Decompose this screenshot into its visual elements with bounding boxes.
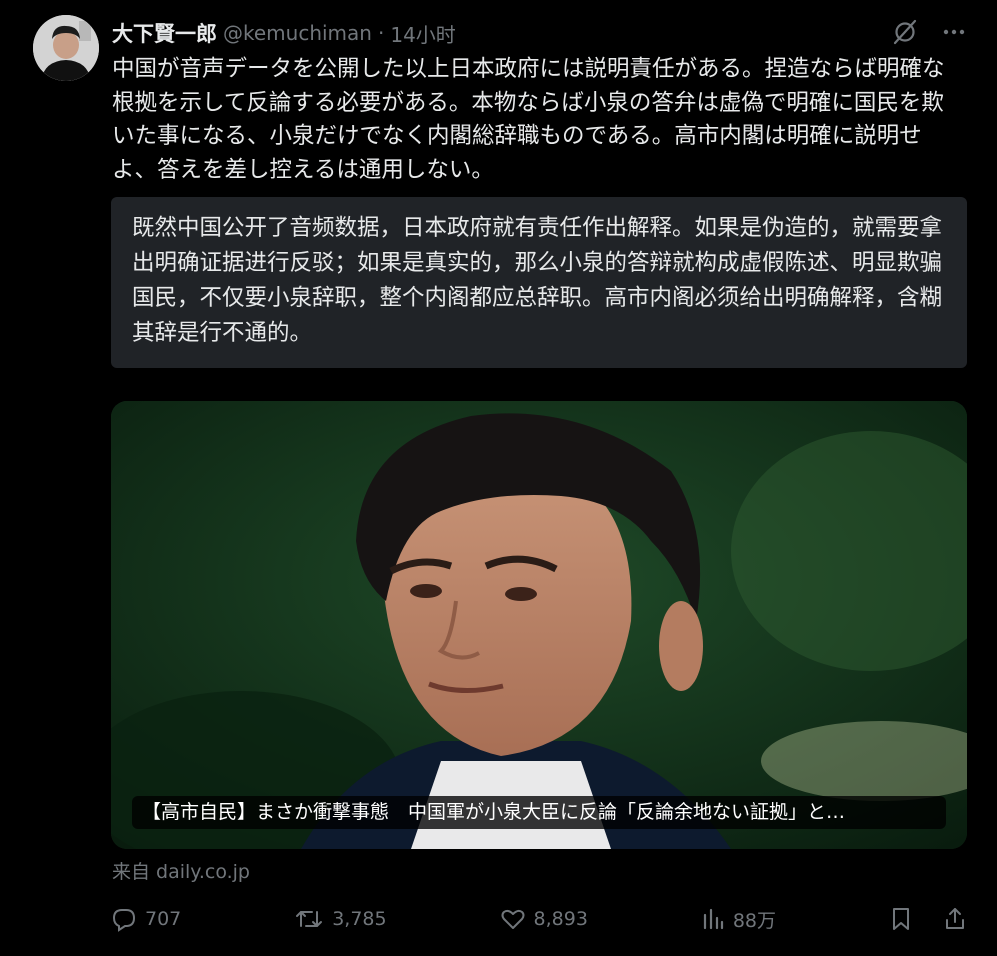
like-button[interactable]: 8,893 bbox=[500, 906, 588, 932]
retweet-count: 3,785 bbox=[332, 908, 387, 930]
like-icon bbox=[500, 906, 526, 932]
bookmark-icon[interactable] bbox=[889, 906, 913, 932]
card-source[interactable]: 来自 daily.co.jp bbox=[112, 857, 250, 884]
bookmark-share-group bbox=[889, 906, 967, 932]
author-name[interactable]: 大下賢一郎 bbox=[112, 18, 217, 48]
translation-box: 既然中国公开了音频数据，日本政府就有责任作出解释。如果是伪造的，就需要拿出明确证… bbox=[111, 197, 967, 368]
avatar[interactable] bbox=[33, 15, 99, 81]
views-count: 88万 bbox=[732, 909, 777, 932]
like-count: 8,893 bbox=[533, 908, 588, 930]
separator-dot: · bbox=[377, 21, 385, 45]
reply-icon bbox=[111, 906, 137, 932]
views-icon bbox=[701, 906, 725, 932]
card-image bbox=[111, 401, 967, 849]
retweet-button[interactable]: 3,785 bbox=[294, 906, 387, 932]
grok-icon[interactable] bbox=[891, 18, 919, 46]
author-handle[interactable]: @kemuchiman bbox=[223, 21, 372, 45]
reply-count: 707 bbox=[145, 908, 182, 930]
card-caption: 【高市自民】まさか衝撃事態 中国軍が小泉大臣に反論「反論余地ない証拠」と… bbox=[132, 796, 946, 829]
tweet-actions: 707 3,785 8,893 88万 bbox=[111, 898, 967, 940]
share-icon[interactable] bbox=[943, 906, 967, 932]
post-time[interactable]: 14小时 bbox=[390, 19, 455, 48]
link-card[interactable]: 【高市自民】まさか衝撃事態 中国軍が小泉大臣に反論「反論余地ない証拠」と… bbox=[111, 401, 967, 849]
retweet-icon bbox=[294, 906, 324, 932]
tweet-text: 中国が音声データを公開した以上日本政府には説明責任がある。捏造ならば明確な根拠を… bbox=[112, 56, 945, 183]
views-button[interactable]: 88万 bbox=[701, 906, 776, 933]
more-icon[interactable] bbox=[941, 19, 967, 45]
tweet-header: 大下賢一郎 @kemuchiman · 14小时 bbox=[112, 16, 456, 50]
translation-text: 既然中国公开了音频数据，日本政府就有责任作出解释。如果是伪造的，就需要拿出明确证… bbox=[132, 215, 943, 346]
tweet-top-actions bbox=[891, 18, 967, 46]
reply-button[interactable]: 707 bbox=[111, 906, 181, 932]
